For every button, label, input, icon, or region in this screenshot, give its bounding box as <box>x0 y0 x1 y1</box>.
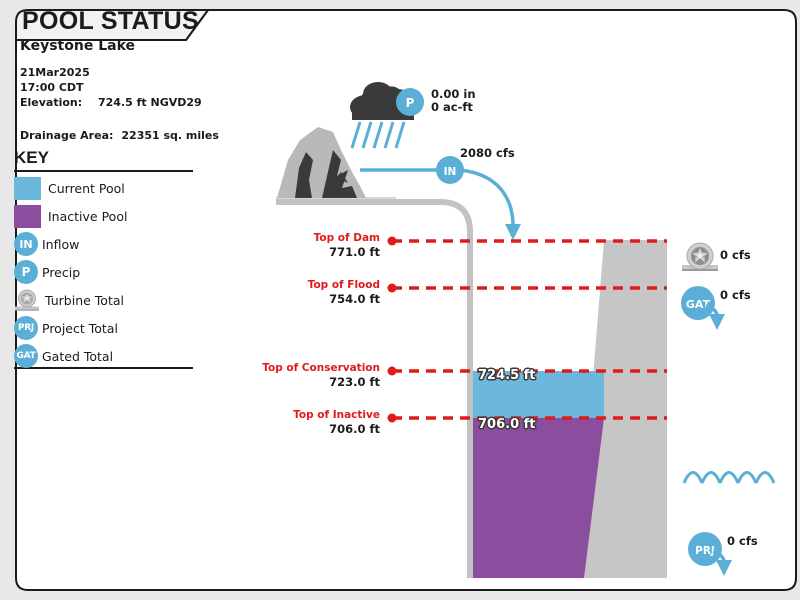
level-value: 771.0 ft <box>329 245 380 259</box>
turbine-value: 0 cfs <box>720 248 751 262</box>
level-name: Top of Conservation <box>262 362 380 374</box>
level-label-top-of-flood: Top of Flood 754.0 ft <box>308 279 380 306</box>
project-badge-text: PRJ <box>695 545 715 557</box>
level-value: 723.0 ft <box>329 375 380 389</box>
inflow-value-label: 2080 cfs <box>460 147 515 160</box>
level-value: 706.0 ft <box>329 422 380 436</box>
project-value-label: 0 cfs <box>727 535 758 548</box>
precip-value-label: 0.00 in 0 ac-ft <box>431 88 476 114</box>
gated-arrow-head <box>709 314 725 330</box>
pool-status-window: POOL STATUS Keystone Lake 21Mar2025 17:0… <box>0 0 800 600</box>
mountain-icon <box>277 127 366 198</box>
level-value: 754.0 ft <box>329 292 380 306</box>
elevation-line-dots <box>387 236 397 423</box>
inactive-pool-area <box>473 418 604 578</box>
inactive-pool-label: 706.0 ft <box>478 417 536 432</box>
turbine-icon <box>682 242 718 271</box>
precip-badge-text: P <box>406 96 415 110</box>
gated-value: 0 cfs <box>720 288 751 302</box>
project-value: 0 cfs <box>727 534 758 548</box>
precip-acft: 0 ac-ft <box>431 100 473 114</box>
level-label-top-of-inactive: Top of Inactive 706.0 ft <box>293 409 380 436</box>
level-name: Top of Inactive <box>293 409 380 421</box>
gated-value-label: 0 cfs <box>720 289 751 302</box>
level-label-top-of-dam: Top of Dam 771.0 ft <box>314 232 380 259</box>
rain-drops-icon <box>350 121 406 149</box>
current-pool-label: 724.5 ft <box>478 368 536 383</box>
level-label-top-of-conservation: Top of Conservation 723.0 ft <box>262 362 380 389</box>
turbine-value-label: 0 cfs <box>720 249 751 262</box>
level-name: Top of Flood <box>307 279 380 291</box>
inflow-value: 2080 cfs <box>460 146 515 160</box>
tailwater-waves-icon <box>682 471 776 484</box>
level-name: Top of Dam <box>313 232 380 244</box>
reservoir-diagram: P IN GAT PRJ <box>276 82 776 578</box>
inflow-arrow-head <box>505 224 521 240</box>
project-arrow-head <box>716 560 732 576</box>
inflow-badge-text: IN <box>444 166 457 178</box>
